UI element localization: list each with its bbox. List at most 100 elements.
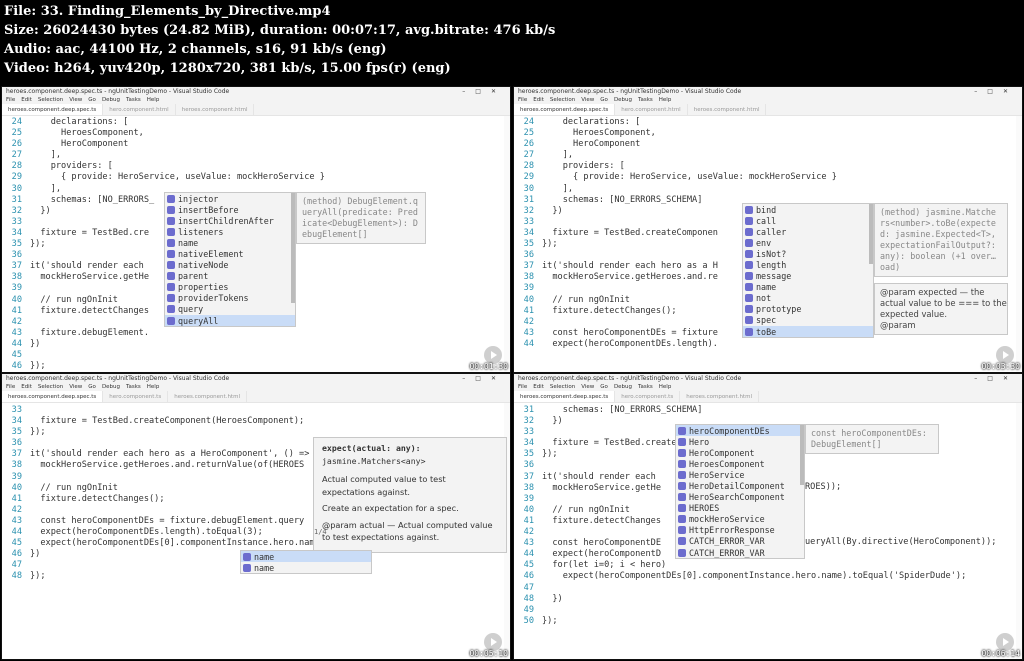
suggestion-item[interactable]: insertChildrenAfter (165, 215, 295, 226)
editor-tab[interactable]: heroes.component.deep.spec.ts (514, 391, 616, 402)
suggestion-item[interactable]: mockHeroService (676, 514, 804, 525)
suggestion-item[interactable]: message (743, 271, 873, 282)
menu-item[interactable]: View (581, 384, 594, 390)
menu-item[interactable]: Edit (21, 384, 32, 390)
editor-tab[interactable]: hero.component.html (103, 104, 176, 115)
menu-item[interactable]: Debug (102, 97, 120, 103)
suggestion-item[interactable]: properties (165, 282, 295, 293)
suggestion-item[interactable]: heroComponentDEs (676, 425, 804, 437)
window-controls[interactable]: –□✕ (462, 87, 506, 96)
suggestion-item[interactable]: bind (743, 204, 873, 215)
suggestion-item[interactable]: name (241, 551, 371, 563)
suggestion-item[interactable]: HeroComponent (676, 447, 804, 458)
menu-item[interactable]: View (69, 97, 82, 103)
editor-frame-1: heroes.component.deep.spec.ts - ngUnitTe… (1, 86, 511, 373)
editor-tab[interactable]: heroes.component.deep.spec.ts (2, 391, 104, 402)
menu-item[interactable]: Debug (102, 384, 120, 390)
suggestion-item[interactable]: caller (743, 226, 873, 237)
suggestion-item[interactable]: CATCH_ERROR_VAR (676, 547, 804, 558)
suggestion-item[interactable]: isNot? (743, 248, 873, 259)
menu-item[interactable]: View (69, 384, 82, 390)
suggestion-label: CATCH_ERROR_VAR (689, 536, 765, 547)
suggestion-item[interactable]: HeroService (676, 469, 804, 480)
suggestion-item[interactable]: queryAll (165, 315, 295, 327)
menu-item[interactable]: View (581, 97, 594, 103)
suggestion-item[interactable]: CATCH_ERROR_VAR (676, 536, 804, 547)
suggestion-item[interactable]: parent (165, 271, 295, 282)
menu-item[interactable]: Go (88, 97, 96, 103)
method-icon (167, 294, 175, 303)
menu-item[interactable]: Help (147, 384, 160, 390)
editor-tab[interactable]: heroes.component.html (176, 104, 255, 115)
suggestion-item[interactable]: name (743, 282, 873, 293)
suggestion-item[interactable]: name (241, 562, 371, 573)
suggestion-item[interactable]: insertBefore (165, 204, 295, 215)
menu-item[interactable]: Tasks (126, 97, 141, 103)
suggestion-item[interactable]: HeroesComponent (676, 458, 804, 469)
menu-item[interactable]: Tasks (126, 384, 141, 390)
menu-item[interactable]: Selection (38, 97, 63, 103)
suggestion-item[interactable]: listeners (165, 226, 295, 237)
editor-tab[interactable]: hero.component.ts (615, 391, 681, 402)
editor-tab[interactable]: hero.component.ts (103, 391, 169, 402)
menu-item[interactable]: Go (600, 384, 608, 390)
menu-item[interactable]: Go (88, 384, 96, 390)
menu-item[interactable]: Tasks (638, 384, 653, 390)
menu-item[interactable]: Edit (533, 97, 544, 103)
editor-tab[interactable]: heroes.component.deep.spec.ts (514, 104, 616, 115)
autocomplete-list[interactable]: heroComponentDEs Hero HeroComponent HeroesC… (675, 424, 805, 560)
suggestion-item[interactable]: query (165, 304, 295, 315)
scrollbar[interactable] (1016, 116, 1022, 372)
menu-item[interactable]: Help (659, 384, 672, 390)
suggestion-item[interactable]: nativeElement (165, 248, 295, 259)
suggestion-item[interactable]: not (743, 293, 873, 304)
scrollbar[interactable] (504, 116, 510, 372)
autocomplete-list[interactable]: name name (240, 550, 372, 575)
suggestion-item[interactable]: nativeNode (165, 260, 295, 271)
menu-item[interactable]: Debug (614, 97, 632, 103)
suggestion-item[interactable]: call (743, 215, 873, 226)
suggestion-item[interactable]: HeroDetailComponent (676, 480, 804, 491)
menu-item[interactable]: Selection (550, 97, 575, 103)
menu-item[interactable]: Edit (21, 97, 32, 103)
menu-item[interactable]: Debug (614, 384, 632, 390)
menu-item[interactable]: File (6, 97, 15, 103)
suggestion-item[interactable]: injector (165, 193, 295, 204)
editor-tab[interactable]: heroes.component.html (680, 391, 759, 402)
menu-item[interactable]: Edit (533, 384, 544, 390)
code-text: fixture = TestBed.createComponent(Heroes… (30, 416, 305, 427)
window-controls[interactable]: –□✕ (974, 374, 1018, 383)
menu-item[interactable]: File (518, 384, 527, 390)
list-scrollbar[interactable] (291, 193, 295, 303)
suggestion-item[interactable]: HEROES (676, 503, 804, 514)
menu-item[interactable]: Help (659, 97, 672, 103)
editor-tab[interactable]: heroes.component.deep.spec.ts (2, 104, 104, 115)
suggestion-item[interactable]: HeroSearchComponent (676, 492, 804, 503)
suggestion-item[interactable]: toBe (743, 326, 873, 338)
suggestion-item[interactable]: spec (743, 315, 873, 326)
menu-item[interactable]: Help (147, 97, 160, 103)
suggestion-item[interactable]: name (165, 237, 295, 248)
suggestion-item[interactable]: prototype (743, 304, 873, 315)
list-scrollbar[interactable] (869, 204, 873, 264)
menu-item[interactable]: File (6, 384, 15, 390)
autocomplete-list[interactable]: injector insertBefore insertChildrenAfter l… (164, 192, 296, 328)
suggestion-item[interactable]: env (743, 237, 873, 248)
list-scrollbar[interactable] (800, 425, 804, 485)
editor-tab[interactable]: heroes.component.html (168, 391, 247, 402)
menu-item[interactable]: Selection (550, 384, 575, 390)
menu-item[interactable]: File (518, 97, 527, 103)
menu-item[interactable]: Go (600, 97, 608, 103)
menu-item[interactable]: Selection (38, 384, 63, 390)
suggestion-item[interactable]: length (743, 259, 873, 270)
menu-item[interactable]: Tasks (638, 97, 653, 103)
suggestion-item[interactable]: HttpErrorResponse (676, 525, 804, 536)
editor-tab[interactable]: heroes.component.html (688, 104, 767, 115)
scrollbar[interactable] (1016, 403, 1022, 659)
window-controls[interactable]: –□✕ (974, 87, 1018, 96)
autocomplete-list[interactable]: bind call caller env isNot? length message name… (742, 203, 874, 339)
window-controls[interactable]: –□✕ (462, 374, 506, 383)
suggestion-item[interactable]: providerTokens (165, 293, 295, 304)
suggestion-item[interactable]: Hero (676, 436, 804, 447)
editor-tab[interactable]: hero.component.html (615, 104, 688, 115)
